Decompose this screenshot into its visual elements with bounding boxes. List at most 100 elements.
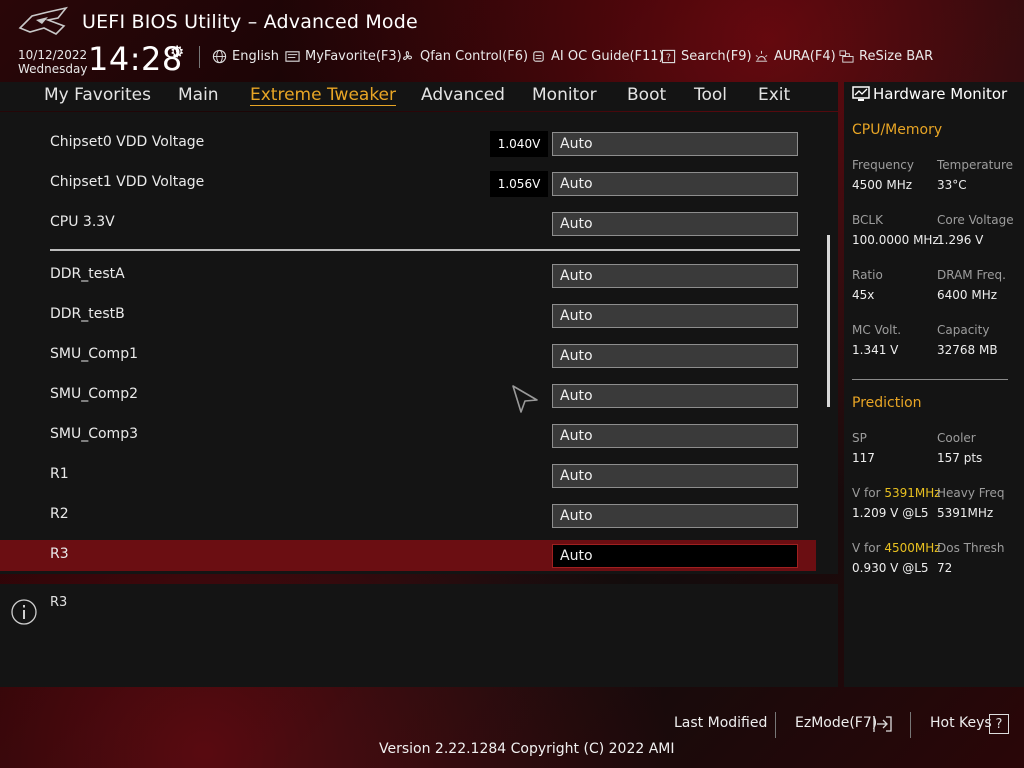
- header-separator: [199, 46, 200, 68]
- setting-label: R2: [50, 506, 69, 522]
- hw-value: 1.209 V @L5: [852, 506, 929, 520]
- toolbar-aura[interactable]: AURA(F4): [753, 47, 836, 65]
- hw-label: BCLK: [852, 213, 883, 227]
- aura-light-icon: [755, 50, 768, 62]
- toolbar-myfavorite[interactable]: MyFavorite(F3): [284, 47, 402, 65]
- monitor-icon: [852, 86, 870, 101]
- hardware-monitor-panel: [844, 82, 1024, 687]
- hw-label: MC Volt.: [852, 323, 902, 337]
- hw-label: Core Voltage: [937, 213, 1014, 227]
- hw-value: 5391MHz: [937, 506, 994, 520]
- exit-arrow-icon[interactable]: [873, 715, 893, 733]
- tab-tool[interactable]: Tool: [694, 85, 727, 105]
- help-key-icon[interactable]: ?: [989, 714, 1009, 734]
- hw-value: 45x: [852, 288, 875, 302]
- search-help-icon: ?: [661, 49, 676, 63]
- setting-value-field[interactable]: Auto: [552, 464, 798, 488]
- tab-advanced[interactable]: Advanced: [421, 85, 505, 105]
- cpu-memory-heading: CPU/Memory: [852, 122, 943, 138]
- toolbar-qfan[interactable]: Qfan Control(F6): [399, 47, 528, 65]
- footer-separator: [910, 712, 911, 738]
- tab-extreme-tweaker[interactable]: Extreme Tweaker: [250, 85, 397, 106]
- section-divider: [50, 249, 800, 251]
- voltage-reading: 1.040V: [490, 131, 548, 157]
- setting-label: SMU_Comp1: [50, 346, 138, 362]
- setting-value-field[interactable]: Auto: [552, 384, 798, 408]
- fan-icon: [403, 50, 413, 60]
- hw-label: Frequency: [852, 158, 914, 172]
- setting-value-field[interactable]: Auto: [552, 212, 798, 236]
- setting-value-field[interactable]: Auto: [552, 344, 798, 368]
- setting-label: Chipset1 VDD Voltage: [50, 174, 205, 190]
- toolbar-qfan-label: Qfan Control(F6): [420, 48, 529, 64]
- setting-label: SMU_Comp3: [50, 426, 138, 442]
- scrollbar[interactable]: [827, 235, 830, 407]
- svg-text:?: ?: [666, 52, 671, 63]
- setting-label: Chipset0 VDD Voltage: [50, 134, 205, 150]
- setting-label: DDR_testB: [50, 306, 125, 322]
- resize-bar-icon: [839, 49, 854, 63]
- v-for-prefix: V for: [852, 486, 885, 500]
- mouse-cursor-icon: [512, 385, 538, 413]
- voltage-reading: 1.056V: [490, 171, 548, 197]
- gear-icon[interactable]: ⚙: [170, 42, 184, 61]
- hw-label: V for 5391MHz: [852, 486, 941, 500]
- toolbar-aura-label: AURA(F4): [774, 48, 836, 64]
- tab-boot[interactable]: Boot: [627, 85, 666, 105]
- hw-value: 4500 MHz: [852, 178, 913, 192]
- version-text: Version 2.22.1284 Copyright (C) 2022 AMI: [379, 741, 675, 757]
- favorite-icon: [285, 50, 300, 62]
- prediction-heading: Prediction: [852, 395, 922, 411]
- ezmode-button[interactable]: EzMode(F7): [795, 715, 877, 731]
- hw-value: 1.296 V: [937, 233, 984, 247]
- tab-my-favorites[interactable]: My Favorites: [44, 85, 151, 105]
- hot-keys-button[interactable]: Hot Keys: [930, 715, 992, 731]
- setting-value-field[interactable]: Auto: [552, 132, 798, 156]
- setting-label: R1: [50, 466, 69, 482]
- hw-label: DRAM Freq.: [937, 268, 1006, 282]
- hardware-monitor-title: Hardware Monitor: [873, 85, 1008, 103]
- hw-divider: [852, 379, 1008, 380]
- setting-label: SMU_Comp2: [50, 386, 138, 402]
- tab-exit[interactable]: Exit: [758, 85, 790, 105]
- setting-label: DDR_testA: [50, 266, 125, 282]
- setting-value-field[interactable]: Auto: [552, 504, 798, 528]
- setting-value-field[interactable]: Auto: [552, 264, 798, 288]
- setting-value-field[interactable]: Auto: [552, 172, 798, 196]
- toolbar-search[interactable]: ? Search(F9): [660, 47, 752, 65]
- hw-label: Capacity: [937, 323, 990, 337]
- hw-label: Ratio: [852, 268, 883, 282]
- clock-time[interactable]: 14:28: [88, 40, 183, 78]
- setting-label: CPU 3.3V: [50, 214, 115, 230]
- hw-value: 157 pts: [937, 451, 983, 465]
- setting-value-field-selected[interactable]: Auto: [552, 544, 798, 568]
- v-for-prefix: V for: [852, 541, 885, 555]
- toolbar-resize-bar-label: ReSize BAR: [859, 48, 934, 64]
- toolbar-language-label: English: [232, 48, 279, 64]
- v-for-freq: 4500MHz: [884, 541, 941, 555]
- toolbar-language[interactable]: English: [211, 47, 279, 65]
- hw-label: Cooler: [937, 431, 976, 445]
- day-text: Wednesday: [18, 62, 88, 76]
- footer-separator: [775, 712, 776, 738]
- hw-value: 6400 MHz: [937, 288, 998, 302]
- hw-label: V for 4500MHz: [852, 541, 941, 555]
- hw-value: 33°C: [937, 178, 967, 192]
- setting-value-field[interactable]: Auto: [552, 304, 798, 328]
- toolbar-resize-bar[interactable]: ReSize BAR: [838, 47, 933, 65]
- rog-logo: [18, 6, 69, 35]
- toolbar-search-label: Search(F9): [681, 48, 752, 64]
- last-modified-button[interactable]: Last Modified: [674, 715, 767, 731]
- toolbar-myfavorite-label: MyFavorite(F3): [305, 48, 402, 64]
- hw-label: Heavy Freq: [937, 486, 1005, 500]
- tab-monitor[interactable]: Monitor: [532, 85, 597, 105]
- setting-label-selected: R3: [50, 546, 69, 562]
- date-text: 10/12/2022: [18, 48, 88, 62]
- help-text: R3: [50, 595, 68, 610]
- hw-value: 0.930 V @L5: [852, 561, 929, 575]
- page-title: UEFI BIOS Utility – Advanced Mode: [82, 11, 418, 33]
- tab-main[interactable]: Main: [178, 85, 219, 105]
- toolbar-ai-oc-guide[interactable]: AI OC Guide(F11): [530, 47, 664, 65]
- toolbar-ai-oc-guide-label: AI OC Guide(F11): [551, 48, 664, 64]
- setting-value-field[interactable]: Auto: [552, 424, 798, 448]
